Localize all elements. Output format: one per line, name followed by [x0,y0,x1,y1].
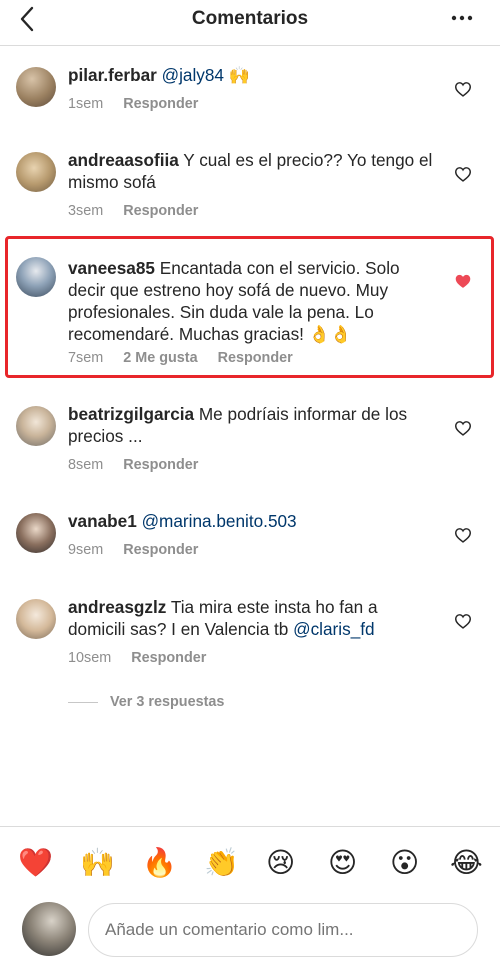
laughing-emoji-icon[interactable]: 😂 [450,847,483,879]
comment-time: 9sem [68,542,104,558]
avatar[interactable] [16,513,56,553]
surprised-face-emoji-icon[interactable]: 😮 [390,847,419,879]
liked-heart-icon[interactable] [454,273,472,289]
likes-count[interactable]: 2 Me gusta [123,350,197,366]
emoji-quick-bar: ❤️ 🙌 🔥 👏 😢 😍 😮 😂 [0,826,500,896]
comment-time: 3sem [68,203,104,219]
more-options-icon[interactable] [450,6,474,30]
reply-button[interactable]: Responder [123,542,198,558]
avatar[interactable] [16,406,56,446]
current-user-avatar[interactable] [22,902,76,956]
comment-text: andreasgzlz Tia mira este insta ho fan a… [68,597,378,639]
comment-time: 7sem [68,350,104,366]
replies-divider [68,701,98,703]
clapping-emoji-icon[interactable]: 👏 [204,847,239,879]
comment-username[interactable]: pilar.ferbar [68,65,157,85]
heart-eyes-emoji-icon[interactable]: 😍 [328,847,357,879]
comment-text: vaneesa85 Encantada con el servicio. Sol… [68,258,400,344]
comment-text: vanabe1 @marina.benito.503 [68,510,438,532]
heart-icon[interactable] [454,420,472,436]
comment-username[interactable]: andreasgzlz [68,597,166,617]
fire-emoji-icon[interactable]: 🔥 [142,847,177,879]
page-title: Comentarios [191,8,309,29]
reply-button[interactable]: Responder [123,96,198,112]
view-replies-label: Ver 3 respuestas [110,694,225,710]
comment-meta: 3sem Responder [68,203,218,219]
comment-username[interactable]: vanabe1 [68,511,137,531]
comment-meta: 8sem Responder [68,457,218,473]
comment-username[interactable]: beatrizgilgarcia [68,404,194,424]
comment-username[interactable]: vaneesa85 [68,258,155,278]
comment-time: 8sem [68,457,104,473]
comment-text: beatrizgilgarcia Me podríais informar de… [68,404,408,446]
reply-button[interactable]: Responder [123,457,198,473]
heart-icon[interactable] [454,613,472,629]
crying-face-emoji-icon[interactable]: 😢 [266,847,295,879]
comment-meta: 7sem 2 Me gusta Responder [68,350,313,366]
mention-link[interactable]: @marina.benito.503 [142,511,297,531]
comment-input[interactable] [88,903,478,957]
heart-icon[interactable] [454,166,472,182]
reply-button[interactable]: Responder [218,350,293,366]
comment-time: 1sem [68,96,104,112]
comment-time: 10sem [68,650,112,666]
avatar[interactable] [16,599,56,639]
reply-button[interactable]: Responder [131,650,206,666]
header: Comentarios [0,0,500,46]
heart-icon[interactable] [454,81,472,97]
heart-emoji-icon[interactable]: ❤️ [18,847,53,879]
mention-link[interactable]: @claris_fd [293,619,374,639]
reply-button[interactable]: Responder [123,203,198,219]
comment-meta: 9sem Responder [68,542,218,558]
view-replies-button[interactable]: Ver 3 respuestas [68,694,224,710]
mention-link[interactable]: @jaly84 [162,65,224,85]
avatar[interactable] [16,152,56,192]
comment-meta: 10sem Responder [68,650,226,666]
heart-icon[interactable] [454,527,472,543]
comment-username[interactable]: andreaasofiia [68,150,179,170]
avatar[interactable] [16,67,56,107]
raising-hands-emoji-icon[interactable]: 🙌 [80,847,115,879]
comment-meta: 1sem Responder [68,96,218,112]
comment-text: pilar.ferbar @jaly84 🙌 [68,65,251,85]
comment-text: andreaasofiia Y cual es el precio?? Yo t… [68,150,433,192]
avatar[interactable] [16,257,56,297]
